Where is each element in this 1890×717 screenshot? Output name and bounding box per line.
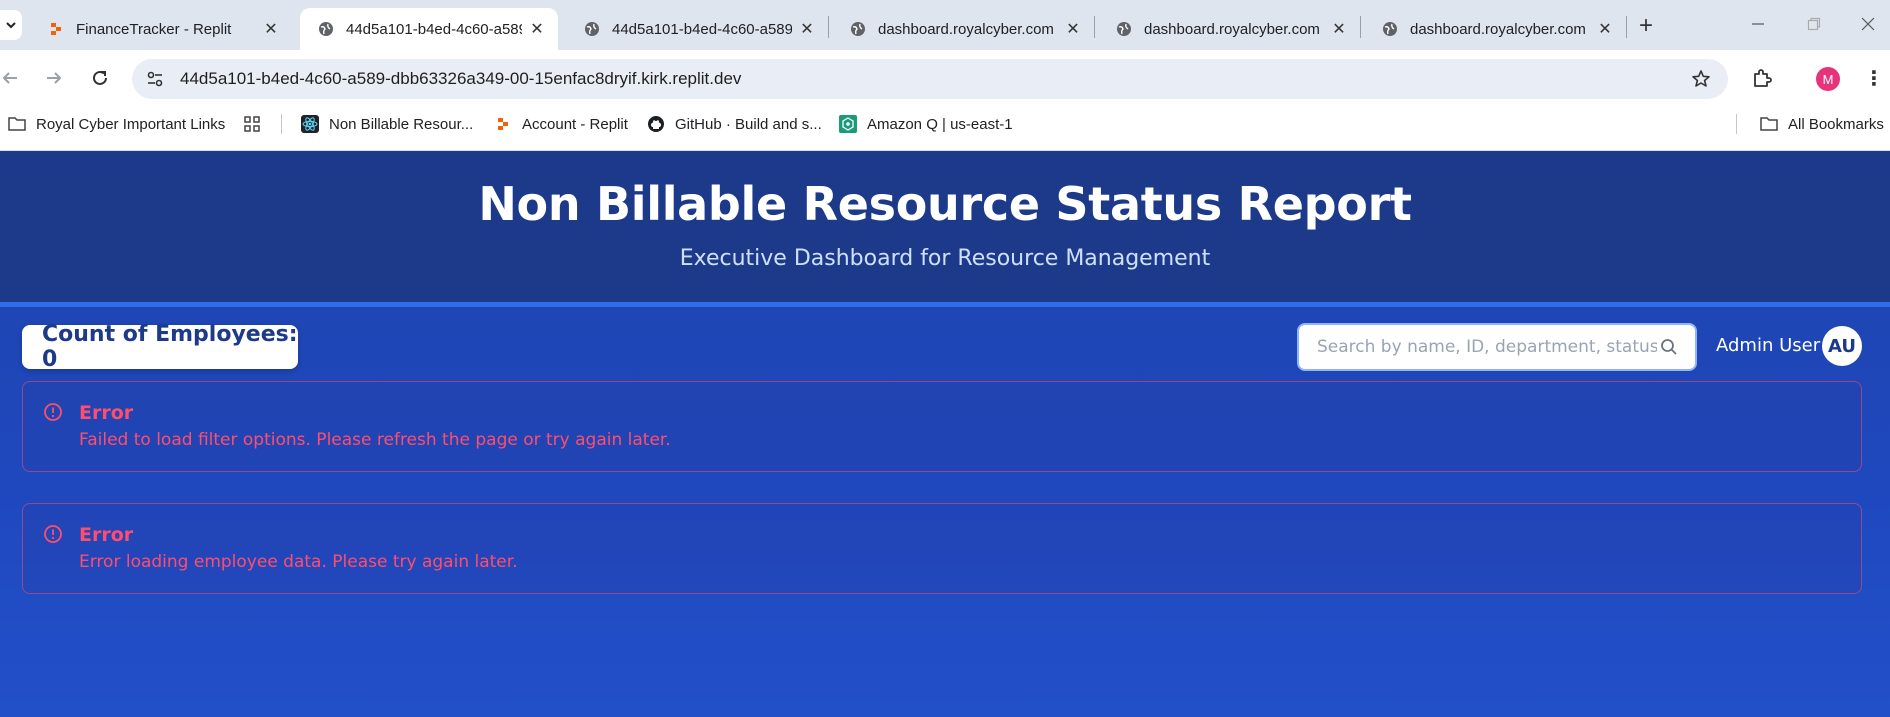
back-arrow-icon[interactable] (0, 64, 24, 92)
close-icon[interactable]: ✕ (262, 20, 280, 38)
tab-app-duplicate[interactable]: 44d5a101-b4ed-4c60-a589 ✕ (566, 8, 828, 50)
tab-title: dashboard.royalcyber.com (878, 20, 1054, 38)
page-header: Non Billable Resource Status Report Exec… (0, 151, 1890, 307)
user-avatar[interactable]: AU (1822, 326, 1862, 366)
replit-icon (494, 115, 512, 133)
bookmark-amazon-q[interactable]: Amazon Q | us-east-1 (839, 113, 1013, 135)
tab-title: FinanceTracker - Replit (76, 20, 232, 38)
search-icon[interactable] (1657, 335, 1681, 359)
search-box[interactable] (1297, 323, 1697, 371)
tab-title: 44d5a101-b4ed-4c60-a589 (612, 20, 792, 38)
all-bookmarks-label: All Bookmarks (1788, 115, 1884, 133)
tab-title: dashboard.royalcyber.com (1144, 20, 1320, 38)
close-icon[interactable]: ✕ (528, 20, 546, 38)
tab-separator (1360, 16, 1361, 38)
bookmark-separator (281, 114, 282, 134)
bookmark-label: Amazon Q | us-east-1 (867, 115, 1013, 133)
employee-count-badge: Count of Employees: 0 (22, 322, 298, 372)
error-message: Error loading employee data. Please try … (79, 552, 518, 572)
user-name: Admin User (1716, 335, 1821, 356)
error-title: Error (79, 402, 134, 424)
forward-arrow-icon[interactable] (40, 64, 68, 92)
tab-title: dashboard.royalcyber.com (1410, 20, 1586, 38)
folder-icon (8, 115, 26, 133)
tab-financetracker[interactable]: FinanceTracker - Replit ✕ (30, 8, 292, 50)
bookmark-separator (1736, 114, 1737, 134)
bookmark-label: GitHub · Build and s... (675, 115, 822, 133)
github-icon (647, 115, 665, 133)
tab-dashboard-3[interactable]: dashboard.royalcyber.com ✕ (1364, 8, 1626, 50)
restore-icon[interactable] (1794, 8, 1834, 40)
all-bookmarks[interactable]: All Bookmarks (1760, 113, 1884, 135)
close-icon[interactable]: ✕ (798, 20, 816, 38)
folder-icon (1760, 115, 1778, 133)
search-input[interactable] (1299, 325, 1657, 369)
bookmark-non-billable[interactable]: Non Billable Resour... (301, 113, 473, 135)
error-alert-employees: Error Error loading employee data. Pleas… (22, 503, 1862, 594)
address-bar[interactable]: 44d5a101-b4ed-4c60-a589-dbb63326a349-00-… (132, 59, 1728, 99)
close-icon[interactable]: ✕ (1596, 20, 1614, 38)
reload-icon[interactable] (86, 64, 114, 92)
bookmark-label: Non Billable Resour... (329, 115, 474, 133)
page-subtitle: Executive Dashboard for Resource Managem… (679, 246, 1211, 271)
tab-dashboard-2[interactable]: dashboard.royalcyber.com ✕ (1098, 8, 1360, 50)
globe-icon (1116, 21, 1132, 37)
close-icon[interactable]: ✕ (1330, 20, 1348, 38)
more-vert-icon[interactable]: ⋮ (1864, 66, 1884, 90)
app-page: Non Billable Resource Status Report Exec… (0, 151, 1890, 717)
alert-circle-icon (43, 402, 63, 422)
page-title: Non Billable Resource Status Report (478, 177, 1412, 231)
window-close-icon[interactable] (1848, 8, 1888, 40)
tab-title: 44d5a101-b4ed-4c60-a589 (346, 20, 522, 38)
bookmark-label: Account - Replit (522, 115, 628, 133)
amazon-q-icon (839, 115, 857, 133)
globe-icon (850, 21, 866, 37)
alert-circle-icon (43, 524, 63, 544)
tab-search-chevron-icon[interactable] (0, 10, 22, 40)
tab-separator (828, 16, 829, 38)
globe-icon (584, 21, 600, 37)
tab-active-app[interactable]: 44d5a101-b4ed-4c60-a589 ✕ (300, 8, 558, 50)
apps-grid-icon (243, 115, 261, 133)
error-alert-filters: Error Failed to load filter options. Ple… (22, 381, 1862, 472)
extensions-puzzle-icon[interactable] (1750, 66, 1774, 90)
tab-dashboard-1[interactable]: dashboard.royalcyber.com ✕ (832, 8, 1094, 50)
url-text: 44d5a101-b4ed-4c60-a589-dbb63326a349-00-… (180, 69, 742, 88)
error-title: Error (79, 524, 134, 546)
error-message: Failed to load filter options. Please re… (79, 430, 671, 450)
minimize-icon[interactable] (1738, 8, 1778, 40)
bookmark-github[interactable]: GitHub · Build and s... (647, 113, 822, 135)
tab-separator (1626, 16, 1627, 38)
bookmark-account-replit[interactable]: Account - Replit (494, 113, 628, 135)
globe-icon (318, 21, 334, 37)
new-tab-plus-icon[interactable]: + (1632, 12, 1660, 40)
tab-separator (1094, 16, 1095, 38)
globe-icon (1382, 21, 1398, 37)
bookmark-royal-cyber-folder[interactable]: Royal Cyber Important Links (8, 113, 225, 135)
bookmark-label: Royal Cyber Important Links (36, 115, 226, 133)
bookmark-apps[interactable] (243, 113, 271, 135)
replit-icon (48, 21, 64, 37)
bookmark-star-icon[interactable] (1690, 68, 1712, 90)
site-info-icon[interactable] (144, 68, 166, 90)
close-icon[interactable]: ✕ (1064, 20, 1082, 38)
tab-strip: FinanceTracker - Replit ✕ 44d5a101-b4ed-… (0, 0, 1890, 50)
react-icon (301, 115, 319, 133)
profile-avatar[interactable]: M (1816, 67, 1840, 91)
